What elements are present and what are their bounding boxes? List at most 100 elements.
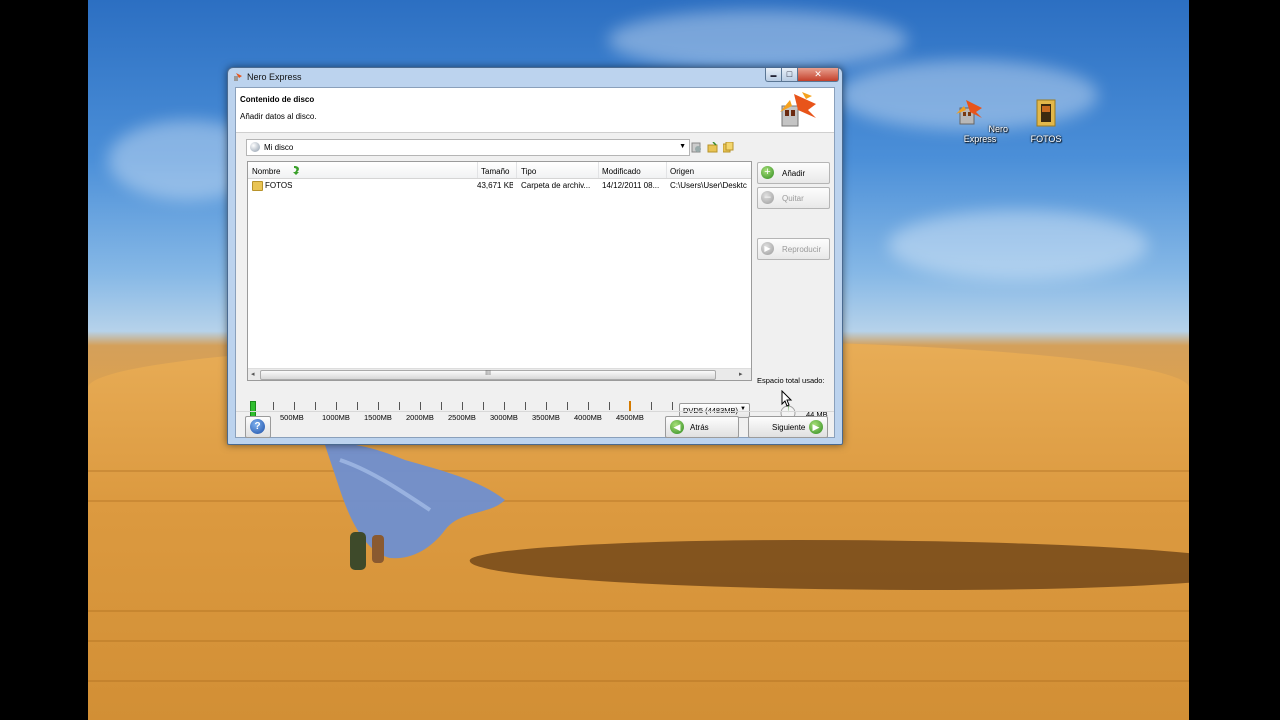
person-figure <box>325 443 505 570</box>
file-list-row[interactable]: FOTOS 43,671 KB Carpeta de archiv... 14/… <box>248 179 751 192</box>
ruler-tick <box>588 402 589 410</box>
remove-button-label: Quitar <box>782 194 804 203</box>
ruler-tick <box>609 402 610 410</box>
ruler-tick <box>567 402 568 410</box>
file-list-header: Nombre Tamaño Tipo Modificado Origen <box>248 162 751 179</box>
arrow-left-icon: ◀ <box>670 420 684 434</box>
ruler-label: 2500MB <box>448 413 476 422</box>
scroll-right-icon[interactable]: ▸ <box>739 370 743 378</box>
ruler-tick <box>504 402 505 410</box>
mouse-cursor-icon <box>781 390 793 407</box>
back-button-label: Atrás <box>690 423 709 432</box>
scroll-grip: III <box>485 370 491 377</box>
next-button-label: Siguiente <box>772 423 806 432</box>
column-separator <box>666 162 667 178</box>
disc-icon <box>250 142 260 152</box>
ruler-label: 500MB <box>280 413 304 422</box>
title-bar[interactable]: Nero Express ▬ □ ✕ <box>228 68 842 87</box>
capacity-ruler: 500MB 1000MB 1500MB 2000MB 2500MB 3000MB 3500M… <box>247 400 673 424</box>
arrow-right-icon: ▶ <box>809 420 823 434</box>
sand-ripple <box>88 470 1189 472</box>
page-header: Contenido de disco Añadir datos al disco… <box>236 88 834 133</box>
column-header-modified[interactable]: Modificado <box>602 167 641 176</box>
add-button[interactable]: + Añadir <box>757 162 830 184</box>
column-header-size[interactable]: Tamaño <box>481 167 509 176</box>
file-list[interactable]: Nombre Tamaño Tipo Modificado Origen FOT… <box>247 161 752 381</box>
close-button[interactable]: ✕ <box>797 68 839 82</box>
compilation-selector[interactable]: Mi disco ▼ <box>246 139 690 156</box>
row-origin: C:\Users\User\Desktc <box>670 181 747 190</box>
add-button-label: Añadir <box>782 169 806 178</box>
nero-logo-icon <box>780 92 816 127</box>
ruler-tick <box>399 402 400 410</box>
chevron-down-icon: ▼ <box>679 143 686 150</box>
ruler-label: 4500MB <box>616 413 644 422</box>
row-modified: 14/12/2011 08... <box>602 181 660 190</box>
help-button[interactable]: ? <box>245 416 271 438</box>
ruler-tick <box>315 402 316 410</box>
ruler-tick <box>273 402 274 410</box>
help-icon: ? <box>250 419 265 434</box>
ruler-label: 1000MB <box>322 413 350 422</box>
maximize-icon: □ <box>786 69 793 79</box>
page-subtitle: Añadir datos al disco. <box>240 112 317 121</box>
sand-ripple <box>88 640 1189 642</box>
play-icon: ▶ <box>761 242 774 255</box>
disc-properties-icon[interactable] <box>691 142 702 153</box>
column-header-origin[interactable]: Origen <box>670 167 694 176</box>
maximize-button[interactable]: □ <box>781 68 798 82</box>
minimize-button[interactable]: ▬ <box>765 68 782 82</box>
ruler-tick <box>672 402 673 410</box>
column-separator <box>477 162 478 178</box>
column-header-type[interactable]: Tipo <box>521 167 536 176</box>
window-title: Nero Express <box>247 72 302 82</box>
ruler-tick <box>525 402 526 410</box>
nero-express-icon <box>955 100 982 125</box>
column-separator <box>516 162 517 178</box>
scrollbar-thumb[interactable]: III <box>260 370 716 380</box>
column-separator <box>598 162 599 178</box>
ruler-label: 1500MB <box>364 413 392 422</box>
desktop-icon-label: FOTOS <box>1030 134 1062 144</box>
new-folder-icon[interactable] <box>707 142 718 153</box>
ruler-tick <box>462 402 463 410</box>
ruler-tick <box>420 402 421 410</box>
footer-divider <box>236 411 834 412</box>
ruler-tick <box>546 402 547 410</box>
close-icon: ✕ <box>814 69 822 79</box>
nero-app-icon <box>234 73 242 81</box>
ruler-tick <box>483 402 484 410</box>
window-client: Contenido de disco Añadir datos al disco… <box>235 87 835 438</box>
sand-ripple <box>88 500 1189 502</box>
copy-icon[interactable] <box>723 142 734 153</box>
desktop-icon-fotos[interactable]: FOTOS <box>1016 96 1076 144</box>
ruler-tick <box>378 402 379 410</box>
horizontal-scrollbar[interactable]: ◂ III ▸ <box>248 368 751 380</box>
back-button[interactable]: ◀ Atrás <box>665 416 739 438</box>
ruler-tick <box>441 402 442 410</box>
ruler-label: 3000MB <box>490 413 518 422</box>
ruler-tick <box>651 402 652 410</box>
row-type: Carpeta de archiv... <box>521 181 591 190</box>
capacity-marker <box>628 401 631 411</box>
scroll-left-icon[interactable]: ◂ <box>251 370 255 378</box>
remove-icon: – <box>761 191 774 204</box>
desktop-icon-nero-express[interactable]: Nero Express <box>950 96 1010 144</box>
space-used-label: Espacio total usado: <box>757 376 825 385</box>
nero-express-window: Nero Express ▬ □ ✕ Contenido de disco Añ… <box>227 67 843 445</box>
ruler-tick <box>357 402 358 410</box>
folder-icon <box>252 181 263 191</box>
ruler-label: 3500MB <box>532 413 560 422</box>
remove-button[interactable]: – Quitar <box>757 187 830 209</box>
folder-icon <box>1036 99 1056 127</box>
minimize-icon: ▬ <box>770 73 777 79</box>
compilation-name: Mi disco <box>264 143 294 152</box>
ruler-tick <box>294 402 295 410</box>
column-header-name[interactable]: Nombre <box>252 167 280 176</box>
ruler-label: 4000MB <box>574 413 602 422</box>
next-button[interactable]: Siguiente ▶ <box>748 416 828 438</box>
row-name: FOTOS <box>265 181 293 190</box>
play-button[interactable]: ▶ Reproducir <box>757 238 830 260</box>
cloud <box>888 210 1148 280</box>
play-button-label: Reproducir <box>782 245 822 254</box>
